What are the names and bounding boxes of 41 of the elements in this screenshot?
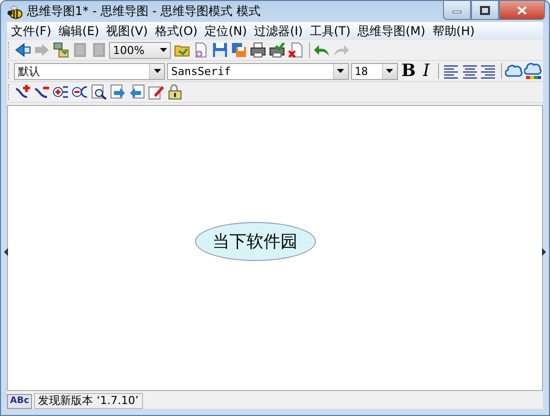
page-left-arrow-icon[interactable] xyxy=(128,83,146,101)
window-title: 思维导图1* - 思维导图 - 思维导图模式 模式 xyxy=(27,3,262,20)
menu-item[interactable]: 编辑(E) xyxy=(55,22,104,40)
menu-item[interactable]: 格式(O) xyxy=(152,22,202,40)
style-dropdown[interactable]: 默认 xyxy=(14,62,166,80)
menu-item[interactable]: 定位(N) xyxy=(202,22,251,40)
zoom-dropdown[interactable]: 100% xyxy=(109,42,171,58)
printer-check-icon[interactable] xyxy=(268,41,286,59)
caret-icon xyxy=(382,64,397,78)
close-icon xyxy=(517,6,527,14)
curve-plus-icon[interactable] xyxy=(14,83,32,101)
cloud-icon[interactable] xyxy=(505,62,523,80)
font-size-dropdown[interactable]: 18 xyxy=(350,62,398,80)
menu-item[interactable]: 帮助(H) xyxy=(429,22,479,40)
page-magnifier-icon[interactable] xyxy=(90,83,108,101)
spellcheck-button[interactable]: ABc xyxy=(7,394,32,408)
back-arrow-icon[interactable] xyxy=(14,41,32,59)
font-dropdown[interactable]: SansSerif xyxy=(167,62,349,80)
maximize-button[interactable] xyxy=(471,1,499,20)
menu-item[interactable]: 过滤器(I) xyxy=(250,22,307,40)
bee-logo-icon xyxy=(7,4,23,18)
menu-item[interactable]: 视图(V) xyxy=(103,22,152,40)
menu-item[interactable]: 文件(F) xyxy=(8,22,56,40)
page-right-arrow-icon[interactable] xyxy=(109,83,127,101)
italic-button[interactable]: I xyxy=(417,62,436,80)
bold-button[interactable]: B xyxy=(400,62,418,80)
menu-item[interactable]: 思维导图(M) xyxy=(354,22,430,40)
page-pen-icon[interactable] xyxy=(147,83,165,101)
page-cross-icon[interactable] xyxy=(287,41,305,59)
computer-arrow-icon[interactable] xyxy=(52,41,70,59)
mind-map-root-node[interactable]: 当下软件园 xyxy=(194,222,316,260)
close-button[interactable] xyxy=(499,1,545,20)
padlock-icon[interactable] xyxy=(166,83,184,101)
floppy-disks-icon[interactable] xyxy=(230,41,248,59)
status-message: 发现新版本 ‘1.7.10’ xyxy=(34,393,143,409)
maximize-icon xyxy=(480,6,490,14)
caret-icon xyxy=(332,64,348,78)
printer-icon[interactable] xyxy=(249,41,267,59)
cloud-color-icon[interactable] xyxy=(524,62,542,80)
caret-icon xyxy=(149,64,164,78)
menu-item[interactable]: 工具(T) xyxy=(306,22,355,40)
